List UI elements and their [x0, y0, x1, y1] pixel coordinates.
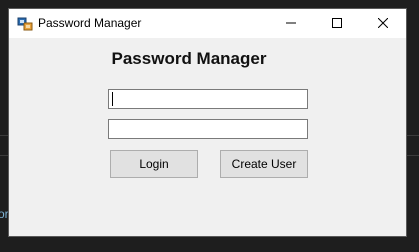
- create-user-button[interactable]: Create User: [220, 150, 308, 178]
- minimize-icon: [286, 15, 296, 33]
- form-heading: Password Manager: [111, 49, 267, 68]
- login-button[interactable]: Login: [110, 150, 198, 178]
- close-button[interactable]: [360, 9, 406, 38]
- title-bar[interactable]: Password Manager: [9, 9, 406, 38]
- maximize-button[interactable]: [314, 9, 360, 38]
- text-caret: [112, 92, 113, 106]
- minimize-button[interactable]: [268, 9, 314, 38]
- username-field[interactable]: [108, 89, 308, 109]
- password-field[interactable]: [108, 119, 308, 139]
- window-title: Password Manager: [38, 16, 142, 30]
- close-icon: [377, 15, 389, 33]
- app-icon: [17, 16, 33, 32]
- maximize-icon: [332, 15, 342, 33]
- password-manager-window: Password Manager Password Manager Login …: [8, 8, 407, 237]
